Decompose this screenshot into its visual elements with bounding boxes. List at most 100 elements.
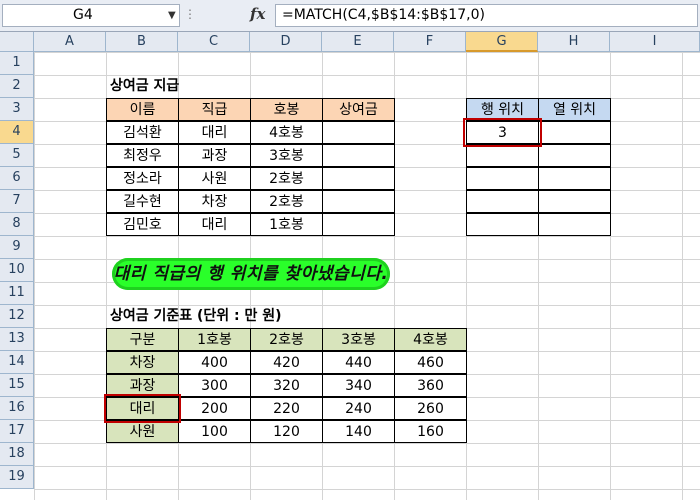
position-header-col[interactable]: 열 위치 (538, 98, 611, 121)
standard-cell[interactable]: 320 (250, 374, 323, 397)
column-header-c[interactable]: C (178, 32, 250, 52)
bonus-header-grade[interactable]: 호봉 (250, 98, 323, 121)
row-header-4[interactable]: 4 (0, 121, 34, 144)
bonus-cell[interactable]: 대리 (178, 121, 251, 144)
standard-cell[interactable]: 360 (394, 374, 467, 397)
position-cell[interactable] (466, 167, 539, 190)
standard-cell[interactable]: 460 (394, 351, 467, 374)
position-cell[interactable] (538, 144, 611, 167)
bonus-cell[interactable]: 4호봉 (250, 121, 323, 144)
name-box-value: G4 (73, 7, 93, 23)
column-header-d[interactable]: D (250, 32, 322, 52)
standard-rank-cell[interactable]: 사원 (106, 420, 179, 443)
standard-cell[interactable]: 240 (322, 397, 395, 420)
standard-cell[interactable]: 220 (250, 397, 323, 420)
row-header-1[interactable]: 1 (0, 52, 34, 75)
standard-cell[interactable]: 100 (178, 420, 251, 443)
bonus-cell[interactable]: 김석환 (106, 121, 179, 144)
g4-highlight-box (463, 118, 542, 147)
bonus-header-rank[interactable]: 직급 (178, 98, 251, 121)
standard-table-title: 상여금 기준표 (단위 : 만 원) (110, 308, 282, 324)
standard-header[interactable]: 2호봉 (250, 328, 323, 351)
bonus-cell[interactable] (322, 121, 395, 144)
row-header-9[interactable]: 9 (0, 236, 34, 259)
standard-cell[interactable]: 440 (322, 351, 395, 374)
column-header-i[interactable]: I (610, 32, 700, 52)
row-header-15[interactable]: 15 (0, 374, 34, 397)
bonus-cell[interactable]: 과장 (178, 144, 251, 167)
bonus-cell[interactable]: 2호봉 (250, 190, 323, 213)
standard-cell[interactable]: 340 (322, 374, 395, 397)
bonus-table-title: 상여금 지급 (110, 78, 180, 94)
bonus-cell[interactable] (322, 144, 395, 167)
standard-cell[interactable]: 260 (394, 397, 467, 420)
select-all-button[interactable] (0, 32, 34, 52)
bonus-cell[interactable]: 최정우 (106, 144, 179, 167)
position-cell[interactable] (538, 167, 611, 190)
position-cell[interactable] (538, 121, 611, 144)
bonus-header-name[interactable]: 이름 (106, 98, 179, 121)
column-header-a[interactable]: A (34, 32, 106, 52)
standard-header[interactable]: 구분 (106, 328, 179, 351)
standard-header[interactable]: 4호봉 (394, 328, 467, 351)
callout-text: 대리 직급의 행 위치를 찾아냈습니다. (113, 264, 389, 284)
row-header-18[interactable]: 18 (0, 443, 34, 466)
row-header-14[interactable]: 14 (0, 351, 34, 374)
standard-rank-cell[interactable]: 차장 (106, 351, 179, 374)
formula-input[interactable]: =MATCH(C4,$B$14:$B$17,0) (275, 4, 698, 27)
bonus-cell[interactable]: 길수현 (106, 190, 179, 213)
row-header-10[interactable]: 10 (0, 259, 34, 282)
standard-cell[interactable]: 120 (250, 420, 323, 443)
bonus-cell[interactable]: 김민호 (106, 213, 179, 236)
standard-cell[interactable]: 420 (250, 351, 323, 374)
row-header-7[interactable]: 7 (0, 190, 34, 213)
bonus-cell[interactable] (322, 213, 395, 236)
position-cell[interactable] (466, 190, 539, 213)
bonus-header-bonus[interactable]: 상여금 (322, 98, 395, 121)
column-header-e[interactable]: E (322, 32, 394, 52)
chevron-down-icon[interactable]: ▼ (168, 5, 176, 26)
row-header-3[interactable]: 3 (0, 98, 34, 121)
resize-handle-icon[interactable]: ⋮ (184, 7, 196, 21)
column-header-h[interactable]: H (538, 32, 610, 52)
callout-banner: 대리 직급의 행 위치를 찾아냈습니다. (112, 258, 390, 290)
bonus-cell[interactable]: 1호봉 (250, 213, 323, 236)
row-header-16[interactable]: 16 (0, 397, 34, 420)
row-header-8[interactable]: 8 (0, 213, 34, 236)
standard-cell[interactable]: 160 (394, 420, 467, 443)
bonus-cell[interactable] (322, 190, 395, 213)
daeri-highlight-box (104, 394, 181, 423)
position-cell[interactable] (466, 144, 539, 167)
standard-cell[interactable]: 200 (178, 397, 251, 420)
position-cell[interactable] (466, 213, 539, 236)
insert-function-icon[interactable]: fx (250, 5, 265, 23)
standard-cell[interactable]: 140 (322, 420, 395, 443)
bonus-cell[interactable]: 2호봉 (250, 167, 323, 190)
column-header-b[interactable]: B (106, 32, 178, 52)
bonus-cell[interactable]: 차장 (178, 190, 251, 213)
name-box[interactable]: G4 ▼ (2, 4, 180, 27)
formula-bar: G4 ▼ ⋮ fx =MATCH(C4,$B$14:$B$17,0) (0, 0, 700, 32)
standard-cell[interactable]: 300 (178, 374, 251, 397)
bonus-cell[interactable] (322, 167, 395, 190)
bonus-cell[interactable]: 사원 (178, 167, 251, 190)
worksheet: A B C D E F G H I 1 2 3 4 5 6 7 8 9 10 1… (0, 32, 700, 500)
bonus-cell[interactable]: 대리 (178, 213, 251, 236)
row-header-2[interactable]: 2 (0, 75, 34, 98)
standard-cell[interactable]: 400 (178, 351, 251, 374)
row-header-12[interactable]: 12 (0, 305, 34, 328)
standard-header[interactable]: 3호봉 (322, 328, 395, 351)
position-cell[interactable] (538, 190, 611, 213)
row-header-11[interactable]: 11 (0, 282, 34, 305)
bonus-cell[interactable]: 정소라 (106, 167, 179, 190)
column-header-g[interactable]: G (466, 32, 538, 52)
position-cell[interactable] (538, 213, 611, 236)
standard-header[interactable]: 1호봉 (178, 328, 251, 351)
row-header-19[interactable]: 19 (0, 466, 34, 489)
row-header-5[interactable]: 5 (0, 144, 34, 167)
row-header-13[interactable]: 13 (0, 328, 34, 351)
column-header-f[interactable]: F (394, 32, 466, 52)
bonus-cell[interactable]: 3호봉 (250, 144, 323, 167)
row-header-17[interactable]: 17 (0, 420, 34, 443)
row-header-6[interactable]: 6 (0, 167, 34, 190)
